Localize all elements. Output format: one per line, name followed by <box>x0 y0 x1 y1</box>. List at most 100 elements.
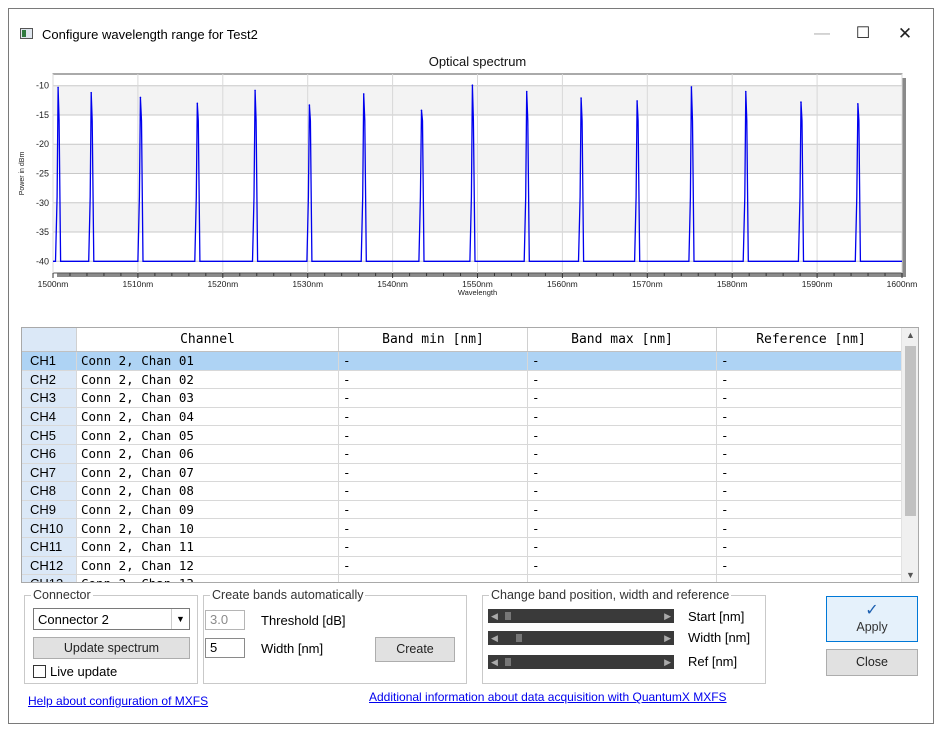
column-header-band-max[interactable]: Band max [nm] <box>527 328 717 352</box>
slider-left-arrow-icon[interactable]: ◀ <box>491 655 498 669</box>
row-header[interactable]: CH12 <box>22 556 77 576</box>
row-header[interactable]: CH8 <box>22 481 77 501</box>
reference-cell[interactable]: - <box>716 444 906 464</box>
table-scrollbar[interactable]: ▲ ▼ <box>901 328 918 582</box>
channel-cell[interactable]: Conn 2, Chan 04 <box>76 407 339 427</box>
band-max-cell[interactable]: - <box>527 556 717 576</box>
band-max-cell[interactable]: - <box>527 574 717 582</box>
channel-cell[interactable]: Conn 2, Chan 03 <box>76 388 339 408</box>
table-row[interactable]: CH10 Conn 2, Chan 10- - - <box>22 518 906 538</box>
slider-left-arrow-icon[interactable]: ◀ <box>491 631 498 645</box>
band-min-cell[interactable]: - <box>338 407 528 427</box>
band-max-cell[interactable]: - <box>527 444 717 464</box>
row-header[interactable]: CH2 <box>22 370 77 390</box>
table-row[interactable]: CH9 Conn 2, Chan 09- - - <box>22 500 906 520</box>
band-min-cell[interactable]: - <box>338 425 528 445</box>
channel-cell[interactable]: Conn 2, Chan 07 <box>76 463 339 483</box>
row-header[interactable]: CH9 <box>22 500 77 520</box>
table-row[interactable]: CH3 Conn 2, Chan 03- - - <box>22 388 906 408</box>
create-button[interactable]: Create <box>375 637 455 662</box>
reference-cell[interactable]: - <box>716 463 906 483</box>
reference-cell[interactable]: - <box>716 388 906 408</box>
width-input[interactable]: 5 <box>205 638 245 658</box>
band-min-cell[interactable]: - <box>338 556 528 576</box>
table-row[interactable]: CH13Conn 2, Chan 13--- <box>22 574 906 582</box>
table-row[interactable]: CH12 Conn 2, Chan 12- - - <box>22 556 906 576</box>
band-min-cell[interactable]: - <box>338 537 528 557</box>
column-header-reference[interactable]: Reference [nm] <box>716 328 906 352</box>
threshold-input[interactable]: 3.0 <box>205 610 245 630</box>
table-row[interactable]: CH1 Conn 2, Chan 01- - - <box>22 351 906 371</box>
reference-cell[interactable]: - <box>716 574 906 582</box>
start-slider[interactable]: ◀ ▶ <box>488 609 674 623</box>
band-max-cell[interactable]: - <box>527 425 717 445</box>
chevron-down-icon[interactable]: ▼ <box>171 609 189 629</box>
slider-right-arrow-icon[interactable]: ▶ <box>664 631 671 645</box>
band-max-cell[interactable]: - <box>527 481 717 501</box>
band-max-cell[interactable]: - <box>527 388 717 408</box>
channel-cell[interactable]: Conn 2, Chan 13 <box>76 574 339 582</box>
ref-slider-thumb[interactable] <box>505 658 511 666</box>
channel-cell[interactable]: Conn 2, Chan 02 <box>76 370 339 390</box>
info-link[interactable]: Additional information about data acquis… <box>369 690 727 704</box>
row-header[interactable]: CH10 <box>22 518 77 538</box>
reference-cell[interactable]: - <box>716 518 906 538</box>
row-header[interactable]: CH6 <box>22 444 77 464</box>
band-min-cell[interactable]: - <box>338 481 528 501</box>
table-row[interactable]: CH11 Conn 2, Chan 11- - - <box>22 537 906 557</box>
table-row[interactable]: CH6 Conn 2, Chan 06- - - <box>22 444 906 464</box>
channel-cell[interactable]: Conn 2, Chan 05 <box>76 425 339 445</box>
channel-cell[interactable]: Conn 2, Chan 10 <box>76 518 339 538</box>
table-row[interactable]: CH4 Conn 2, Chan 04- - - <box>22 407 906 427</box>
band-min-cell[interactable]: - <box>338 388 528 408</box>
scroll-thumb[interactable] <box>905 346 916 516</box>
reference-cell[interactable]: - <box>716 370 906 390</box>
row-header[interactable]: CH5 <box>22 425 77 445</box>
channel-cell[interactable]: Conn 2, Chan 12 <box>76 556 339 576</box>
start-slider-thumb[interactable] <box>505 612 511 620</box>
band-max-cell[interactable]: - <box>527 518 717 538</box>
select-all-corner[interactable] <box>22 328 77 352</box>
reference-cell[interactable]: - <box>716 407 906 427</box>
band-max-cell[interactable]: - <box>527 351 717 371</box>
band-min-cell[interactable]: - <box>338 444 528 464</box>
table-row[interactable]: CH2 Conn 2, Chan 02- - - <box>22 370 906 390</box>
band-max-cell[interactable]: - <box>527 500 717 520</box>
channel-cell[interactable]: Conn 2, Chan 09 <box>76 500 339 520</box>
table-row[interactable]: CH7 Conn 2, Chan 07- - - <box>22 463 906 483</box>
row-header[interactable]: CH3 <box>22 388 77 408</box>
band-min-cell[interactable]: - <box>338 463 528 483</box>
row-header[interactable]: CH11 <box>22 537 77 557</box>
channel-cell[interactable]: Conn 2, Chan 08 <box>76 481 339 501</box>
close-window-button[interactable]: ✕ <box>890 24 920 44</box>
band-min-cell[interactable]: - <box>338 370 528 390</box>
apply-button[interactable]: ✓ Apply <box>826 596 918 642</box>
ref-slider[interactable]: ◀ ▶ <box>488 655 674 669</box>
channel-cell[interactable]: Conn 2, Chan 11 <box>76 537 339 557</box>
band-min-cell[interactable]: - <box>338 351 528 371</box>
reference-cell[interactable]: - <box>716 481 906 501</box>
row-header[interactable]: CH4 <box>22 407 77 427</box>
band-max-cell[interactable]: - <box>527 463 717 483</box>
band-max-cell[interactable]: - <box>527 407 717 427</box>
connector-select[interactable]: Connector 2 ▼ <box>33 608 190 630</box>
minimize-button[interactable]: — <box>807 24 837 44</box>
column-header-band-min[interactable]: Band min [nm] <box>338 328 528 352</box>
reference-cell[interactable]: - <box>716 351 906 371</box>
slider-right-arrow-icon[interactable]: ▶ <box>664 655 671 669</box>
table-row[interactable]: CH8 Conn 2, Chan 08- - - <box>22 481 906 501</box>
band-max-cell[interactable]: - <box>527 537 717 557</box>
update-spectrum-button[interactable]: Update spectrum <box>33 637 190 659</box>
reference-cell[interactable]: - <box>716 500 906 520</box>
width-slider[interactable]: ◀ ▶ <box>488 631 674 645</box>
channel-cell[interactable]: Conn 2, Chan 01 <box>76 351 339 371</box>
width-slider-thumb[interactable] <box>516 634 522 642</box>
scroll-down-icon[interactable]: ▼ <box>905 570 916 580</box>
band-min-cell[interactable]: - <box>338 574 528 582</box>
column-header-channel[interactable]: Channel <box>76 328 339 352</box>
close-button[interactable]: Close <box>826 649 918 676</box>
band-min-cell[interactable]: - <box>338 518 528 538</box>
slider-left-arrow-icon[interactable]: ◀ <box>491 609 498 623</box>
slider-right-arrow-icon[interactable]: ▶ <box>664 609 671 623</box>
reference-cell[interactable]: - <box>716 425 906 445</box>
